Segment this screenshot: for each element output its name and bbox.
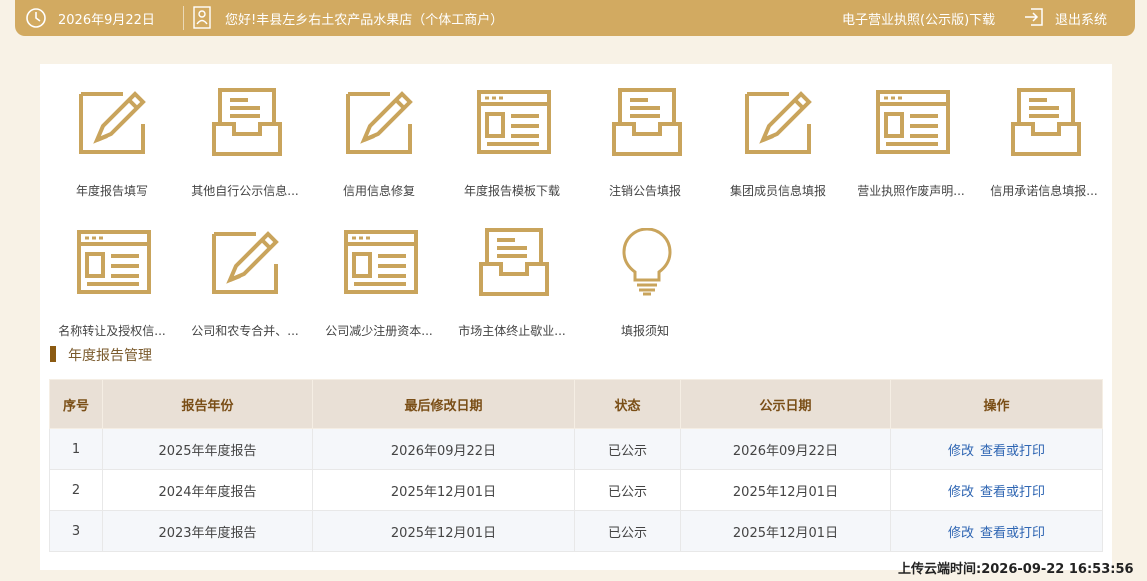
cell-year: 2023年年度报告: [102, 510, 313, 552]
tile-label: 信用信息修复: [342, 184, 415, 198]
cell-published: 2026年09月22日: [680, 428, 891, 470]
logout-button[interactable]: 退出系统: [1055, 9, 1107, 28]
tile-label: 年度报告模板下载: [463, 184, 560, 198]
upload-time: 上传云端时间:2026-09-22 16:53:56: [898, 562, 1134, 577]
license-download-link[interactable]: 电子营业执照(公示版)下载: [842, 9, 995, 28]
section-marker: [50, 346, 56, 362]
cell-no: 2: [49, 469, 103, 511]
cell-modified: 2025年12月01日: [312, 510, 575, 552]
col-no: 序号: [49, 379, 103, 429]
cell-actions: 修改 查看或打印: [890, 469, 1103, 511]
divider: [183, 6, 184, 30]
tile-7[interactable]: 营业执照作废声明...: [848, 88, 974, 198]
table-header-row: 序号 报告年份 最后修改日期 状态 公示日期 操作: [49, 379, 1103, 429]
col-actions: 操作: [890, 379, 1103, 429]
tile-label: 其他自行公示信息...: [191, 184, 299, 198]
cell-modified: 2025年12月01日: [312, 469, 575, 511]
tile-label: 名称转让及授权信...: [58, 324, 166, 338]
tile-2[interactable]: 其他自行公示信息...: [182, 88, 308, 198]
edit-link[interactable]: 修改: [948, 526, 974, 541]
view-print-link[interactable]: 查看或打印: [980, 485, 1045, 500]
tile-label: 公司减少注册资本...: [325, 324, 433, 338]
tile-label: 市场主体终止歇业...: [458, 324, 566, 338]
tile-3[interactable]: 信用信息修复: [316, 88, 442, 198]
cell-actions: 修改 查看或打印: [890, 428, 1103, 470]
tile-5[interactable]: 注销公告填报: [582, 88, 708, 198]
cell-published: 2025年12月01日: [680, 469, 891, 511]
edit-link[interactable]: 修改: [948, 485, 974, 500]
view-print-link[interactable]: 查看或打印: [980, 444, 1045, 459]
tile-label: 注销公告填报: [608, 184, 681, 198]
col-status: 状态: [574, 379, 681, 429]
tile-9[interactable]: 名称转让及授权信...: [49, 228, 175, 338]
tile-label: 填报须知: [620, 324, 669, 338]
tile-label: 信用承诺信息填报...: [990, 184, 1098, 198]
tile-13[interactable]: 填报须知: [582, 228, 708, 338]
tile-label: 集团成员信息填报: [729, 184, 826, 198]
section-title: 年度报告管理: [68, 348, 152, 364]
tile-12[interactable]: 市场主体终止歇业...: [449, 228, 575, 338]
cell-year: 2024年年度报告: [102, 469, 313, 511]
cell-modified: 2026年09月22日: [312, 428, 575, 470]
clock-icon: [26, 8, 46, 28]
col-published: 公示日期: [680, 379, 891, 429]
tile-8[interactable]: 信用承诺信息填报...: [981, 88, 1107, 198]
logout-icon[interactable]: [1023, 6, 1045, 28]
table-row: 1 2025年年度报告 2026年09月22日 已公示 2026年09月22日 修改 查看或…: [49, 428, 1103, 470]
cell-year: 2025年年度报告: [102, 428, 313, 470]
cell-no: 3: [49, 510, 103, 552]
cell-status: 已公示: [574, 428, 681, 470]
col-year: 报告年份: [102, 379, 313, 429]
annual-report-table: 序号 报告年份 最后修改日期 状态 公示日期 操作 1 2025年年度报告 2026…: [49, 379, 1103, 552]
tile-10[interactable]: 公司和农专合并、...: [182, 228, 308, 338]
tile-4[interactable]: 年度报告模板下载: [449, 88, 575, 198]
tile-label: 营业执照作废声明...: [857, 184, 965, 198]
section-header: 年度报告管理: [50, 345, 152, 364]
col-modified: 最后修改日期: [312, 379, 575, 429]
cell-actions: 修改 查看或打印: [890, 510, 1103, 552]
top-bar: 2026年9月22日 您好!丰县左乡右土农产品水果店（个体工商户） 电子营业执照…: [15, 0, 1135, 36]
edit-link[interactable]: 修改: [948, 444, 974, 459]
current-date: 2026年9月22日: [58, 13, 155, 28]
tile-11[interactable]: 公司减少注册资本...: [316, 228, 442, 338]
tile-1[interactable]: 年度报告填写: [49, 88, 175, 198]
main-panel: 年度报告填写 其他自行公示信息... 信用信息修复 年度报告模板下载 注销公告填…: [40, 64, 1112, 570]
greeting-text: 您好!丰县左乡右土农产品水果店（个体工商户）: [225, 13, 504, 28]
cell-status: 已公示: [574, 469, 681, 511]
tile-label: 年度报告填写: [75, 184, 148, 198]
cell-status: 已公示: [574, 510, 681, 552]
table-row: 3 2023年年度报告 2025年12月01日 已公示 2025年12月01日 修改 查看或…: [49, 510, 1103, 552]
tile-label: 公司和农专合并、...: [191, 324, 299, 338]
tile-6[interactable]: 集团成员信息填报: [715, 88, 841, 198]
table-row: 2 2024年年度报告 2025年12月01日 已公示 2025年12月01日 修改 查看或…: [49, 469, 1103, 511]
user-icon: [193, 6, 211, 29]
view-print-link[interactable]: 查看或打印: [980, 526, 1045, 541]
cell-published: 2025年12月01日: [680, 510, 891, 552]
cell-no: 1: [49, 428, 103, 470]
